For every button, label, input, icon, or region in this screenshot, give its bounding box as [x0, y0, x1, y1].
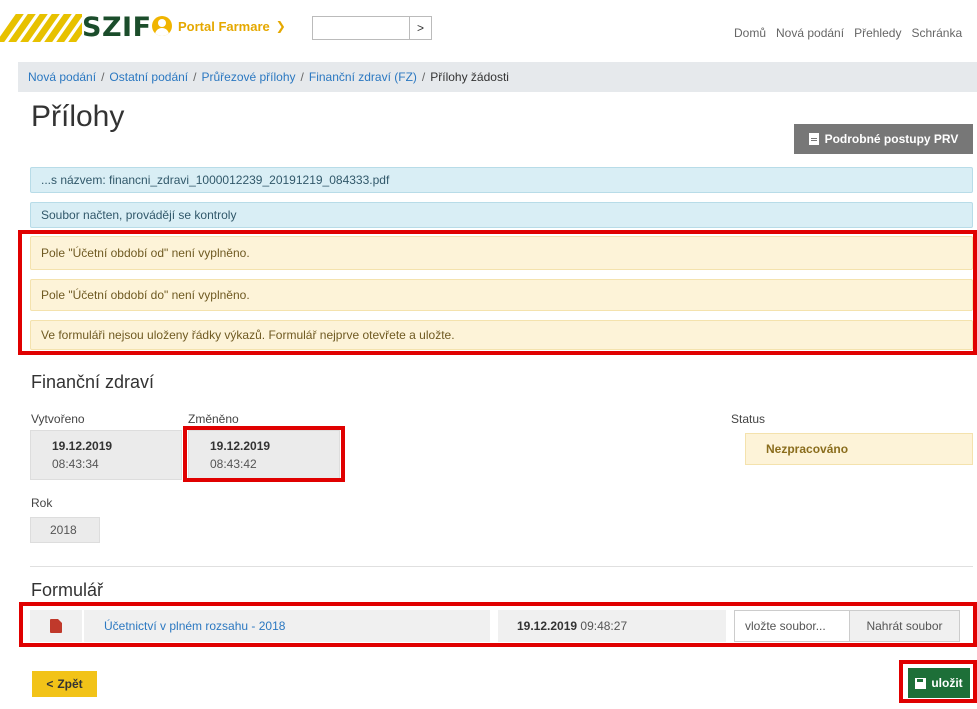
zmeneno-value: 19.12.2019 08:43:42	[188, 430, 340, 480]
postupy-prv-button[interactable]: Podrobné postupy PRV	[794, 124, 973, 154]
postupy-prv-label: Podrobné postupy PRV	[824, 132, 959, 146]
document-icon	[808, 133, 819, 145]
page-title: Přílohy	[31, 100, 125, 133]
nav-schranka[interactable]: Schránka	[911, 26, 962, 40]
vytvoreno-value: 19.12.2019 08:43:34	[30, 430, 182, 480]
back-label: Zpět	[57, 677, 83, 691]
save-button[interactable]: uložit	[908, 668, 970, 698]
vytvoreno-label: Vytvořeno	[31, 412, 85, 426]
pdf-icon[interactable]	[50, 619, 62, 633]
search-button[interactable]: >	[409, 17, 431, 39]
form-time: 09:48:27	[580, 619, 628, 633]
form-row: Účetnictví v plném rozsahu - 2018 19.12.…	[30, 610, 975, 642]
logo-stripes	[0, 14, 82, 42]
breadcrumb-separator: /	[193, 70, 197, 84]
zmeneno-time: 08:43:42	[210, 457, 257, 471]
zmeneno-label: Změněno	[188, 412, 239, 426]
form-date-cell: 19.12.2019 09:48:27	[498, 610, 726, 642]
rok-value: 2018	[30, 517, 100, 543]
top-navigation: Domů Nová podání Přehledy Schránka	[734, 26, 962, 40]
nav-domu[interactable]: Domů	[734, 26, 766, 40]
chevron-left-icon: <	[46, 677, 54, 691]
breadcrumb-separator: /	[300, 70, 304, 84]
alert-file-loaded: Soubor načten, provádějí se kontroly	[30, 202, 973, 228]
alert-warning-obdobi-od: Pole "Účetní období od" není vyplněno.	[30, 236, 973, 270]
szif-logo[interactable]: SZIF	[82, 12, 152, 43]
save-label: uložit	[931, 676, 963, 690]
portal-label: Portal Farmare	[178, 18, 270, 34]
breadcrumb-prurezove-prilohy[interactable]: Průřezové přílohy	[201, 70, 295, 84]
search-input[interactable]: >	[312, 16, 432, 40]
user-icon	[152, 16, 172, 36]
nav-prehledy[interactable]: Přehledy	[854, 26, 901, 40]
back-button[interactable]: < Zpět	[32, 671, 97, 697]
breadcrumb-financni-zdravi[interactable]: Finanční zdraví (FZ)	[309, 70, 417, 84]
upload-button[interactable]: Nahrát soubor	[850, 610, 960, 642]
form-date: 19.12.2019	[517, 619, 578, 633]
zmeneno-date: 19.12.2019	[210, 439, 271, 453]
status-badge: Nezpracováno	[745, 433, 973, 465]
rok-label: Rok	[31, 496, 53, 510]
vytvoreno-date: 19.12.2019	[52, 439, 113, 453]
breadcrumb-nova-podani[interactable]: Nová podání	[28, 70, 96, 84]
breadcrumb-separator: /	[101, 70, 105, 84]
section-financni-zdravi: Finanční zdraví	[31, 372, 155, 392]
file-input[interactable]: vložte soubor...	[734, 610, 850, 642]
vytvoreno-time: 08:43:34	[52, 457, 99, 471]
breadcrumb-separator: /	[421, 70, 426, 84]
breadcrumb-ostatni-podani[interactable]: Ostatní podání	[109, 70, 188, 84]
alert-file-name: ...s názvem: financni_zdravi_1000012239_…	[30, 167, 973, 193]
chevron-down-icon: ❯	[275, 19, 286, 33]
alert-warning-obdobi-do: Pole "Účetní období do" není vyplněno.	[30, 279, 973, 311]
pdf-cell[interactable]	[30, 610, 82, 642]
portal-menu[interactable]: Portal Farmare ❯	[152, 16, 286, 36]
top-header: SZIF Portal Farmare ❯ > Domů Nová podání…	[0, 0, 977, 60]
status-label: Status	[731, 412, 766, 426]
section-formular: Formulář	[31, 580, 104, 600]
breadcrumb: Nová podání / Ostatní podání / Průřezové…	[18, 62, 977, 92]
form-link-cell: Účetnictví v plném rozsahu - 2018	[84, 610, 490, 642]
nav-nova-podani[interactable]: Nová podání	[776, 26, 844, 40]
save-icon	[915, 677, 927, 689]
section-divider	[30, 566, 973, 567]
form-link[interactable]: Účetnictví v plném rozsahu - 2018	[104, 619, 285, 633]
alert-warning-radky-vykazu: Ve formuláři nejsou uloženy řádky výkazů…	[30, 320, 973, 350]
breadcrumb-current: Přílohy žádosti	[430, 70, 509, 84]
